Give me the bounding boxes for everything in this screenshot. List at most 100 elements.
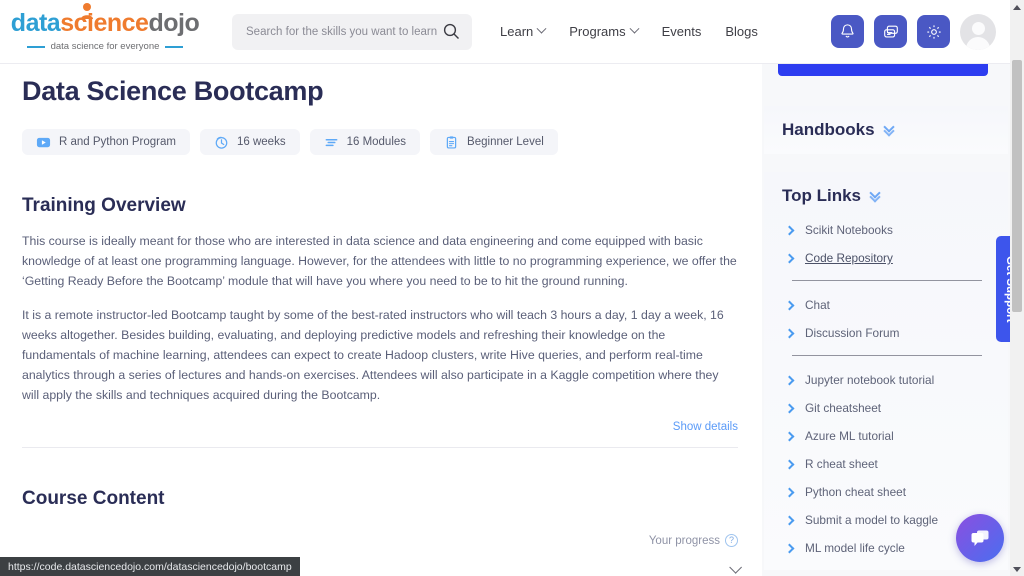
handbooks-card: Handbooks xyxy=(764,106,1008,154)
tagline-dash-left xyxy=(26,45,45,48)
nav-label-programs: Programs xyxy=(569,24,626,39)
chevron-right-icon xyxy=(784,431,795,441)
nav-label-events: Events xyxy=(661,24,702,39)
link-label: Jupyter notebook tutorial xyxy=(805,373,935,387)
chat-widget-button[interactable] xyxy=(956,514,1004,562)
link-item-jupyter-notebook-tutorial[interactable]: Jupyter notebook tutorial xyxy=(782,366,990,394)
top-links-group-1: Scikit Notebooks Code Repository xyxy=(782,216,990,272)
logo-person-icon xyxy=(80,3,93,19)
link-label: ML model life cycle xyxy=(805,541,905,555)
course-meta-badges: R and Python Program 16 weeks 16 Modules… xyxy=(22,129,738,155)
progress-legend: Your progress ? xyxy=(22,534,738,547)
right-sidebar: Handbooks Top Links Scikit Notebooks Cod… xyxy=(762,48,1010,576)
chevron-right-icon xyxy=(784,253,795,263)
modules-icon xyxy=(325,138,337,146)
top-links-card: Top Links Scikit Notebooks Code Reposito… xyxy=(764,172,1008,570)
nav-item-programs[interactable]: Programs xyxy=(569,23,640,39)
page-title: Data Science Bootcamp xyxy=(22,76,324,106)
badge-label: 16 weeks xyxy=(236,136,286,148)
link-item-chat[interactable]: Chat xyxy=(782,291,990,319)
gear-icon xyxy=(926,24,941,39)
badge-duration: 16 weeks xyxy=(199,129,300,155)
link-group-divider xyxy=(792,280,982,281)
link-item-r-cheat-sheet[interactable]: R cheat sheet xyxy=(782,450,990,478)
chat-icon xyxy=(883,25,898,38)
chevron-right-icon xyxy=(784,487,795,497)
chevron-right-icon xyxy=(784,328,795,338)
vertical-scrollbar[interactable] xyxy=(1010,0,1024,576)
badge-label: 16 Modules xyxy=(346,136,407,148)
search-box[interactable] xyxy=(232,13,472,50)
messages-button[interactable] xyxy=(874,15,907,48)
site-logo[interactable]: datasciencedojo data science for everyon… xyxy=(11,3,200,52)
chevron-down-icon xyxy=(536,23,547,34)
scroll-up-button[interactable] xyxy=(1010,0,1024,14)
logo-tagline-row: data science for everyone xyxy=(26,41,184,52)
handbooks-title: Handbooks xyxy=(782,120,875,139)
logo-part-ience: ience xyxy=(87,9,149,37)
training-overview-paragraph-2: It is a remote instructor-led Bootcamp t… xyxy=(22,308,724,402)
link-item-scikit-notebooks[interactable]: Scikit Notebooks xyxy=(782,216,990,244)
link-label: Chat xyxy=(805,298,830,312)
main-content: Data Science Bootcamp R and Python Progr… xyxy=(0,64,760,576)
chevron-right-icon xyxy=(784,403,795,413)
logo-part-data: data xyxy=(10,9,61,37)
avatar[interactable] xyxy=(960,13,996,50)
chevron-right-icon xyxy=(784,543,795,553)
chevron-down-icon[interactable] xyxy=(729,561,742,574)
logo-part-dojo: dojo xyxy=(148,9,200,37)
link-label: Python cheat sheet xyxy=(805,485,906,499)
top-links-title: Top Links xyxy=(782,186,862,205)
play-icon xyxy=(36,137,51,147)
chevron-down-icon xyxy=(629,23,640,34)
avatar-head xyxy=(971,21,985,35)
link-item-azure-ml-tutorial[interactable]: Azure ML tutorial xyxy=(782,422,990,450)
link-item-python-cheat-sheet[interactable]: Python cheat sheet xyxy=(782,478,990,506)
badge-level: Beginner Level xyxy=(430,129,558,155)
help-icon[interactable]: ? xyxy=(725,534,738,547)
search-icon[interactable] xyxy=(443,23,460,40)
link-item-git-cheatsheet[interactable]: Git cheatsheet xyxy=(782,394,990,422)
link-item-discussion-forum[interactable]: Discussion Forum xyxy=(782,319,990,347)
progress-label: Your progress xyxy=(648,534,720,547)
settings-button[interactable] xyxy=(917,15,950,48)
nav-item-learn[interactable]: Learn xyxy=(500,23,547,39)
section-divider xyxy=(22,447,738,448)
link-label: Scikit Notebooks xyxy=(805,223,893,237)
tagline-dash-right xyxy=(165,45,184,48)
link-label: Git cheatsheet xyxy=(805,401,882,415)
main-nav: Learn Programs Events Blogs xyxy=(500,23,758,39)
nav-label-learn: Learn xyxy=(500,24,534,39)
nav-item-blogs[interactable]: Blogs xyxy=(725,24,758,39)
link-item-code-repository[interactable]: Code Repository xyxy=(782,244,990,272)
chevron-double-down-icon[interactable] xyxy=(882,120,897,137)
bell-icon xyxy=(841,24,854,38)
status-bar-url: https://code.datasciencedojo.com/datasci… xyxy=(0,557,300,576)
chevron-double-down-icon[interactable] xyxy=(869,186,883,203)
avatar-body xyxy=(966,36,990,50)
badge-label: R and Python Program xyxy=(59,136,176,148)
top-links-group-2: Chat Discussion Forum xyxy=(782,291,990,347)
clock-icon xyxy=(215,136,228,149)
badge-label: Beginner Level xyxy=(467,136,544,148)
logo-wordmark: datasciencedojo xyxy=(10,3,200,37)
badge-modules: 16 Modules xyxy=(309,129,421,155)
handbooks-toggle[interactable]: Handbooks xyxy=(782,120,990,140)
link-group-divider xyxy=(792,355,982,356)
link-label: R cheat sheet xyxy=(805,457,878,471)
link-label: Code Repository xyxy=(805,251,893,265)
nav-item-events[interactable]: Events xyxy=(662,24,702,39)
scroll-down-button[interactable] xyxy=(1010,562,1024,576)
scrollbar-thumb[interactable] xyxy=(1012,60,1022,312)
training-overview-paragraph-1: This course is ideally meant for those w… xyxy=(22,234,737,288)
search-input[interactable] xyxy=(246,25,437,38)
browser-viewport: datasciencedojo data science for everyon… xyxy=(0,0,1024,576)
show-details-link[interactable]: Show details xyxy=(22,421,738,433)
header-actions xyxy=(831,13,996,50)
notifications-button[interactable] xyxy=(831,15,864,48)
link-label: Azure ML tutorial xyxy=(805,429,894,443)
course-content-title: Course Content xyxy=(22,488,165,509)
top-links-toggle[interactable]: Top Links xyxy=(782,186,990,206)
training-overview-title: Training Overview xyxy=(22,195,186,216)
link-label: Submit a model to kaggle xyxy=(805,513,939,527)
